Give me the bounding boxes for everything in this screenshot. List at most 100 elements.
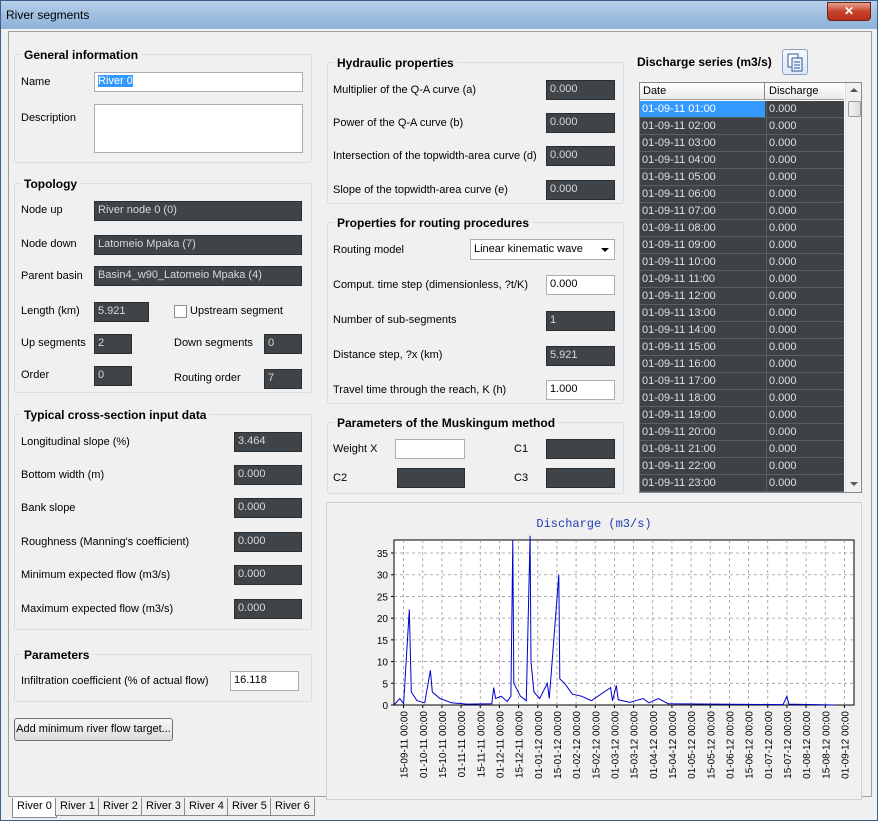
- table-row[interactable]: 01-09-11 18:00 0.000: [640, 390, 844, 407]
- tab-river-5[interactable]: River 5: [227, 798, 272, 816]
- table-row[interactable]: 01-09-11 03:00 0.000: [640, 135, 844, 152]
- title-bar[interactable]: River segments ✕: [1, 1, 877, 29]
- table-row[interactable]: 01-09-11 23:00 0.000: [640, 475, 844, 492]
- table-row[interactable]: 01-09-11 17:00 0.000: [640, 373, 844, 390]
- date-cell[interactable]: 01-09-11 06:00: [640, 186, 765, 202]
- date-cell[interactable]: 01-09-11 07:00: [640, 203, 765, 219]
- table-row[interactable]: 01-09-11 09:00 0.000: [640, 237, 844, 254]
- discharge-cell[interactable]: 0.000: [766, 118, 844, 134]
- tab-river-4[interactable]: River 4: [184, 798, 229, 816]
- discharge-cell[interactable]: 0.000: [766, 441, 844, 457]
- tab-river-0[interactable]: River 0: [12, 798, 57, 818]
- time-step-input[interactable]: 0.000: [546, 275, 615, 295]
- table-row[interactable]: 01-09-11 22:00 0.000: [640, 458, 844, 475]
- date-cell[interactable]: 01-09-11 08:00: [640, 220, 765, 236]
- date-cell[interactable]: 01-09-11 03:00: [640, 135, 765, 151]
- date-cell[interactable]: 01-09-11 22:00: [640, 458, 765, 474]
- discharge-cell[interactable]: 0.000: [766, 288, 844, 304]
- date-cell[interactable]: 01-09-11 01:00: [640, 101, 765, 117]
- date-cell[interactable]: 01-09-11 19:00: [640, 407, 765, 423]
- date-cell[interactable]: 01-09-11 11:00: [640, 271, 765, 287]
- infiltration-input[interactable]: 16.118: [230, 671, 299, 691]
- date-cell[interactable]: 01-09-11 17:00: [640, 373, 765, 389]
- table-row[interactable]: 01-09-11 07:00 0.000: [640, 203, 844, 220]
- copy-button[interactable]: [782, 49, 808, 75]
- infiltration-label: Infiltration coefficient (% of actual fl…: [21, 675, 209, 687]
- table-row[interactable]: 01-09-11 12:00 0.000: [640, 288, 844, 305]
- table-row[interactable]: 01-09-11 02:00 0.000: [640, 118, 844, 135]
- discharge-cell[interactable]: 0.000: [766, 101, 844, 117]
- discharge-cell[interactable]: 0.000: [766, 220, 844, 236]
- table-row[interactable]: 01-09-11 19:00 0.000: [640, 407, 844, 424]
- scroll-down-icon[interactable]: [850, 482, 858, 486]
- date-cell[interactable]: 01-09-11 14:00: [640, 322, 765, 338]
- discharge-cell[interactable]: 0.000: [766, 373, 844, 389]
- table-row[interactable]: 01-09-11 13:00 0.000: [640, 305, 844, 322]
- x-tick-label: 15-08-12 00:00: [821, 711, 832, 779]
- discharge-cell[interactable]: 0.000: [766, 356, 844, 372]
- discharge-cell[interactable]: 0.000: [766, 254, 844, 270]
- discharge-cell[interactable]: 0.000: [766, 237, 844, 253]
- cross-section-label: Roughness (Manning's coefficient): [21, 536, 190, 548]
- grid-scrollbar[interactable]: [845, 83, 861, 492]
- date-cell[interactable]: 01-09-11 10:00: [640, 254, 765, 270]
- discharge-cell[interactable]: 0.000: [766, 407, 844, 423]
- tab-river-3[interactable]: River 3: [141, 798, 186, 816]
- add-minimum-flow-target-button[interactable]: Add minimum river flow target...: [14, 718, 173, 741]
- date-cell[interactable]: 01-09-11 23:00: [640, 475, 765, 491]
- name-input[interactable]: River 0: [94, 72, 303, 92]
- table-row[interactable]: 01-09-11 04:00 0.000: [640, 152, 844, 169]
- table-row[interactable]: 01-09-11 10:00 0.000: [640, 254, 844, 271]
- date-cell[interactable]: 01-09-11 04:00: [640, 152, 765, 168]
- date-cell[interactable]: 01-09-11 18:00: [640, 390, 765, 406]
- discharge-cell[interactable]: 0.000: [766, 458, 844, 474]
- client-area: General information Name River 0 Descrip…: [8, 31, 872, 800]
- group-title: Parameters: [21, 648, 93, 662]
- weight-x-input[interactable]: [395, 439, 465, 459]
- scroll-thumb[interactable]: [848, 101, 861, 117]
- discharge-cell[interactable]: 0.000: [766, 271, 844, 287]
- date-cell[interactable]: 01-09-11 05:00: [640, 169, 765, 185]
- discharge-cell[interactable]: 0.000: [766, 475, 844, 491]
- travel-time-input[interactable]: 1.000: [546, 380, 615, 400]
- tab-river-1[interactable]: River 1: [55, 798, 100, 816]
- discharge-grid[interactable]: Date Discharge 01-09-11 01:00 0.000 01-09-…: [639, 82, 862, 493]
- date-cell[interactable]: 01-09-11 02:00: [640, 118, 765, 134]
- discharge-cell[interactable]: 0.000: [766, 135, 844, 151]
- column-header-date[interactable]: Date: [643, 85, 666, 97]
- discharge-cell[interactable]: 0.000: [766, 390, 844, 406]
- date-cell[interactable]: 01-09-11 12:00: [640, 288, 765, 304]
- table-row[interactable]: 01-09-11 06:00 0.000: [640, 186, 844, 203]
- date-cell[interactable]: 01-09-11 21:00: [640, 441, 765, 457]
- table-row[interactable]: 01-09-11 14:00 0.000: [640, 322, 844, 339]
- date-cell[interactable]: 01-09-11 09:00: [640, 237, 765, 253]
- table-row[interactable]: 01-09-11 08:00 0.000: [640, 220, 844, 237]
- tab-river-6[interactable]: River 6: [270, 798, 315, 816]
- discharge-cell[interactable]: 0.000: [766, 339, 844, 355]
- table-row[interactable]: 01-09-11 01:00 0.000: [640, 101, 844, 118]
- close-button[interactable]: ✕: [827, 2, 871, 21]
- column-header-discharge[interactable]: Discharge: [769, 85, 819, 97]
- discharge-cell[interactable]: 0.000: [766, 203, 844, 219]
- table-row[interactable]: 01-09-11 16:00 0.000: [640, 356, 844, 373]
- table-row[interactable]: 01-09-11 21:00 0.000: [640, 441, 844, 458]
- date-cell[interactable]: 01-09-11 16:00: [640, 356, 765, 372]
- date-cell[interactable]: 01-09-11 15:00: [640, 339, 765, 355]
- description-input[interactable]: [94, 104, 303, 153]
- scroll-up-icon[interactable]: [850, 88, 858, 92]
- table-row[interactable]: 01-09-11 05:00 0.000: [640, 169, 844, 186]
- discharge-cell[interactable]: 0.000: [766, 424, 844, 440]
- date-cell[interactable]: 01-09-11 13:00: [640, 305, 765, 321]
- upstream-segment-checkbox[interactable]: [174, 305, 187, 318]
- date-cell[interactable]: 01-09-11 20:00: [640, 424, 765, 440]
- table-row[interactable]: 01-09-11 11:00 0.000: [640, 271, 844, 288]
- discharge-cell[interactable]: 0.000: [766, 305, 844, 321]
- discharge-cell[interactable]: 0.000: [766, 169, 844, 185]
- tab-river-2[interactable]: River 2: [98, 798, 143, 816]
- discharge-cell[interactable]: 0.000: [766, 152, 844, 168]
- discharge-cell[interactable]: 0.000: [766, 186, 844, 202]
- routing-model-select[interactable]: Linear kinematic wave: [470, 239, 615, 260]
- discharge-cell[interactable]: 0.000: [766, 322, 844, 338]
- table-row[interactable]: 01-09-11 20:00 0.000: [640, 424, 844, 441]
- table-row[interactable]: 01-09-11 15:00 0.000: [640, 339, 844, 356]
